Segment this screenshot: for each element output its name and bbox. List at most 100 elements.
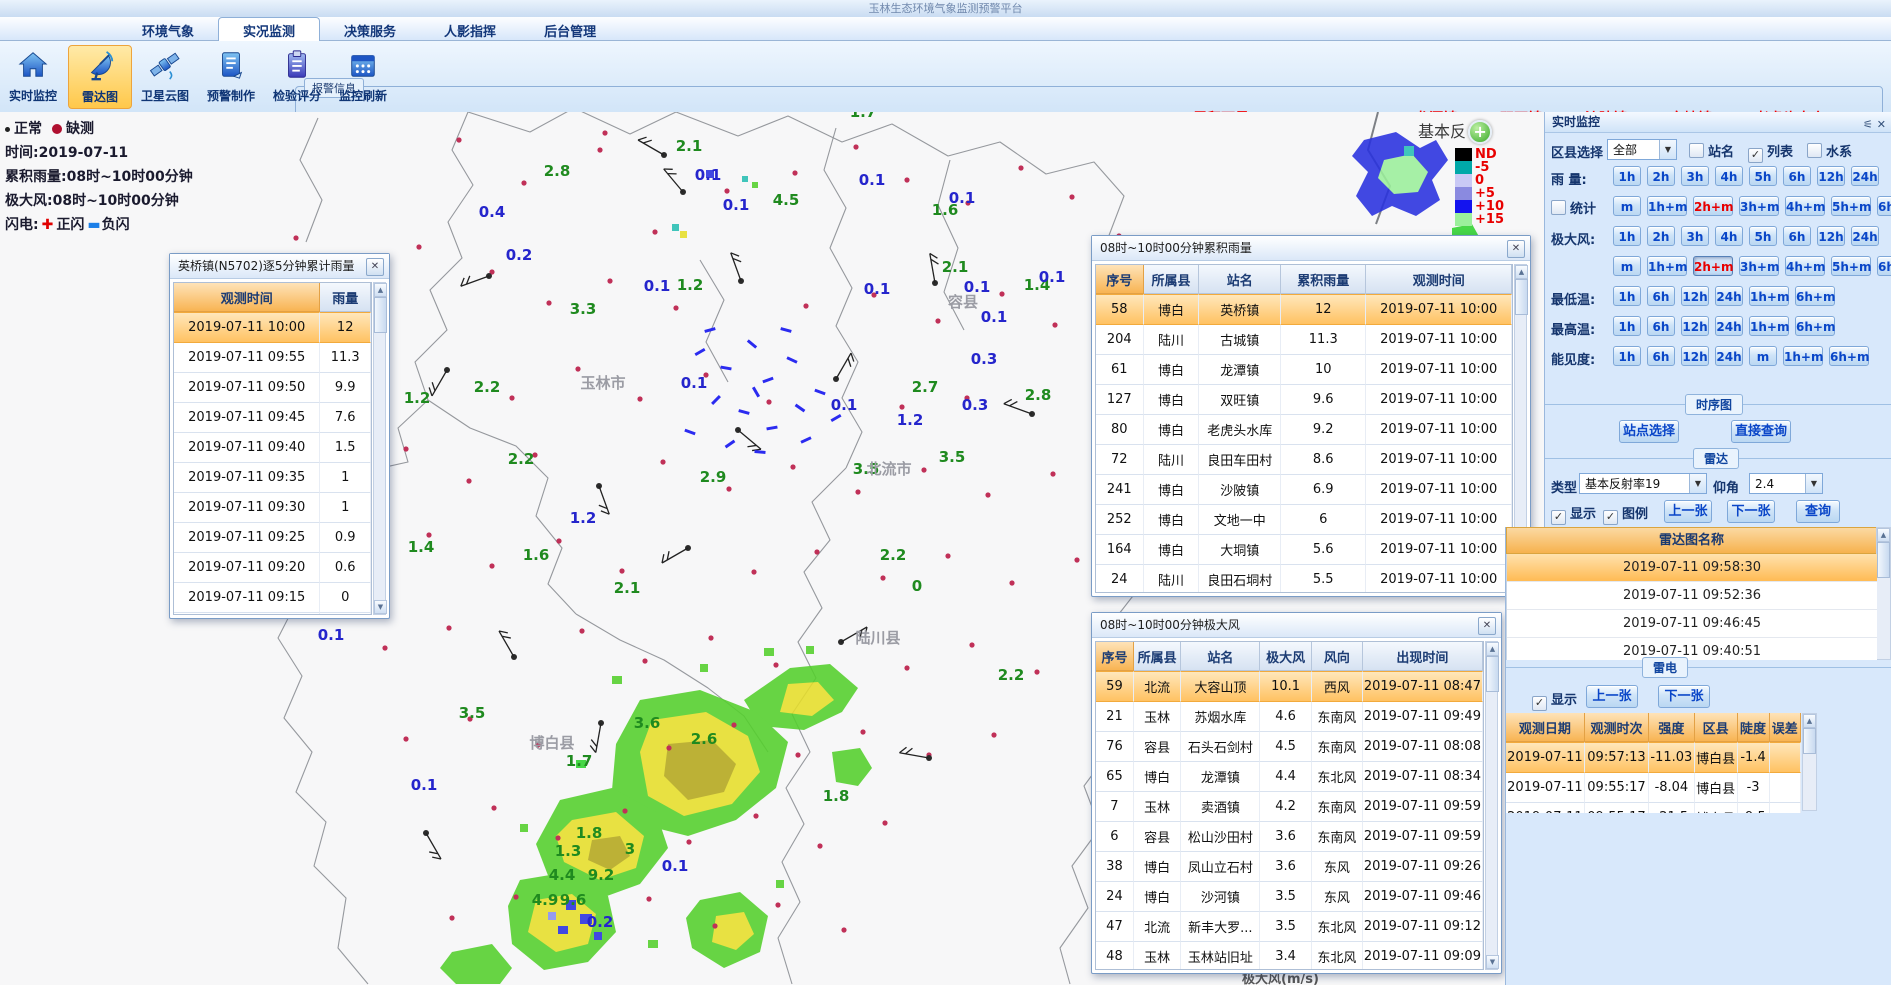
column-header[interactable]: 观测日期 (1506, 713, 1585, 742)
period-button-6h+m[interactable]: 6h+m (1829, 346, 1869, 366)
period-button-5h[interactable]: 5h (1749, 226, 1777, 246)
period-button-3h+m[interactable]: 3h+m (1739, 256, 1779, 276)
column-header[interactable]: 所属县 (1134, 642, 1181, 671)
table-row[interactable]: 59北流大容山顶10.1西风2019-07-11 08:47 (1096, 671, 1483, 702)
radar-show-checkbox[interactable]: ✓显示 (1551, 503, 1596, 525)
period-button-5h+m[interactable]: 5h+m (1831, 256, 1871, 276)
period-button-1h+m[interactable]: 1h+m (1749, 316, 1789, 336)
scrollbar[interactable]: ▲ (1876, 527, 1891, 660)
close-icon[interactable]: ✕ (1507, 240, 1525, 258)
period-button-5h[interactable]: 5h (1749, 166, 1777, 186)
period-button-24h[interactable]: 24h (1851, 166, 1879, 186)
period-button-m[interactable]: m (1613, 196, 1641, 216)
column-header[interactable]: 风向 (1312, 642, 1363, 671)
column-header[interactable]: 观测时次 (1585, 713, 1649, 742)
radar-prev-button[interactable]: 上一张 (1664, 500, 1712, 523)
column-header[interactable]: 强度 (1649, 713, 1695, 742)
period-button-12h[interactable]: 12h (1681, 346, 1709, 366)
table-row[interactable]: 21玉林苏烟水库4.6东南风2019-07-11 09:49 (1096, 702, 1483, 732)
period-button-3h[interactable]: 3h (1681, 166, 1709, 186)
period-button-1h+m[interactable]: 1h+m (1749, 286, 1789, 306)
period-button-6h[interactable]: 6h (1783, 226, 1811, 246)
collapse-icon[interactable]: ✕ (1877, 118, 1886, 131)
lightning-prev-button[interactable]: 上一张 (1586, 685, 1638, 708)
period-button-2h+m[interactable]: 2h+m (1693, 256, 1733, 276)
elevation-select[interactable]: 2.4▼ (1749, 473, 1823, 494)
table-row[interactable]: 72陆川良田车田村8.62019-07-11 10:00 (1096, 445, 1512, 475)
table-row[interactable]: 6容县松山沙田村3.6东南风2019-07-11 09:59 (1096, 822, 1483, 852)
radar-list-item[interactable]: 2019-07-11 09:58:30 (1507, 554, 1877, 582)
period-button-m[interactable]: m (1613, 256, 1641, 276)
column-header[interactable]: 区县 (1695, 713, 1738, 742)
station-select-button[interactable]: 站点选择 (1619, 420, 1679, 443)
period-button-24h[interactable]: 24h (1715, 346, 1743, 366)
checkbox-水系[interactable]: 水系 (1807, 141, 1852, 160)
radar-list-item[interactable]: 2019-07-11 09:40:51 (1507, 638, 1877, 660)
period-button-6h[interactable]: 6h (1647, 346, 1675, 366)
toolbar-item-雷达图[interactable]: 雷达图 (68, 45, 132, 109)
toolbar-item-监控刷新[interactable]: 监控刷新 (332, 45, 394, 107)
toolbar-item-预警制作[interactable]: 预警制作 (200, 45, 262, 107)
tab-环境气象[interactable]: 环境气象 (118, 18, 218, 43)
period-button-1h[interactable]: 1h (1613, 226, 1641, 246)
period-button-m[interactable]: m (1749, 346, 1777, 366)
toolbar-item-实时监控[interactable]: 实时监控 (2, 45, 64, 107)
toolbar-item-卫星云图[interactable]: 卫星云图 (134, 45, 196, 107)
radar-next-button[interactable]: 下一张 (1727, 500, 1775, 523)
radar-type-select[interactable]: 基本反射率19▼ (1579, 473, 1707, 494)
close-icon[interactable]: ✕ (366, 258, 384, 276)
period-button-6h[interactable]: 6h (1783, 166, 1811, 186)
column-header[interactable]: 出现时间 (1363, 642, 1483, 671)
direct-query-button[interactable]: 直接查询 (1731, 420, 1791, 443)
table-row[interactable]: 2019-07-11 09:150 (174, 583, 371, 613)
period-button-1h[interactable]: 1h (1613, 316, 1641, 336)
column-header[interactable]: 累积雨量 (1281, 265, 1366, 294)
period-button-2h[interactable]: 2h (1647, 226, 1675, 246)
add-layer-button[interactable]: + (1468, 120, 1492, 144)
scrollbar[interactable]: ▲▼ (1485, 641, 1498, 970)
period-button-6h+m[interactable]: 6h+m (1877, 256, 1891, 276)
period-button-24h[interactable]: 24h (1715, 316, 1743, 336)
popup-titlebar[interactable]: 08时~10时00分钟累积雨量 ✕ (1092, 236, 1530, 261)
toolbar-item-检验评分[interactable]: 检验评分 (266, 45, 328, 107)
table-row[interactable]: 2019-07-1109:55:17-8.04博白县-3 (1506, 773, 1801, 803)
table-row[interactable]: 204陆川古城镇11.32019-07-11 10:00 (1096, 325, 1512, 355)
period-button-6h+m[interactable]: 6h+m (1877, 196, 1891, 216)
lightning-show-checkbox[interactable]: ✓显示 (1532, 689, 1577, 711)
table-row[interactable]: 2019-07-11 09:301 (174, 493, 371, 523)
column-header[interactable]: 观测时间 (1366, 265, 1512, 294)
table-row[interactable]: 2019-07-11 10:0012 (174, 312, 371, 343)
checkbox-列表[interactable]: ✓列表 (1748, 141, 1793, 160)
period-button-6h[interactable]: 6h (1647, 286, 1675, 306)
period-button-6h+m[interactable]: 6h+m (1795, 316, 1835, 336)
column-header[interactable]: 所属县 (1144, 265, 1200, 294)
lightning-next-button[interactable]: 下一张 (1658, 685, 1710, 708)
period-button-4h[interactable]: 4h (1715, 226, 1743, 246)
scrollbar[interactable]: ▲ (1802, 713, 1817, 811)
column-header[interactable]: 极大风 (1260, 642, 1312, 671)
table-row[interactable]: 2019-07-11 09:200.6 (174, 553, 371, 583)
table-row[interactable]: 2019-07-11 09:457.6 (174, 403, 371, 433)
table-row[interactable]: 2019-07-11 09:351 (174, 463, 371, 493)
period-button-6h[interactable]: 6h (1647, 316, 1675, 336)
popup-titlebar[interactable]: 英桥镇(N5702)逐5分钟累计雨量 ✕ (170, 254, 389, 279)
period-button-5h+m[interactable]: 5h+m (1831, 196, 1871, 216)
column-header[interactable]: 误差 (1770, 713, 1802, 742)
period-button-2h[interactable]: 2h (1647, 166, 1675, 186)
table-row[interactable]: 47北流新丰大罗...3.5东北风2019-07-11 09:12 (1096, 912, 1483, 942)
period-button-4h+m[interactable]: 4h+m (1785, 196, 1825, 216)
close-icon[interactable]: ✕ (1478, 617, 1496, 635)
pin-icon[interactable]: ⚟ (1863, 118, 1873, 131)
table-row[interactable]: 241博白沙陂镇6.92019-07-11 10:00 (1096, 475, 1512, 505)
column-header[interactable]: 观测时间 (174, 283, 320, 312)
column-header[interactable]: 雨量 (320, 283, 371, 312)
period-button-4h+m[interactable]: 4h+m (1785, 256, 1825, 276)
column-header[interactable]: 陡度 (1738, 713, 1770, 742)
table-row[interactable]: 65博白龙潭镇4.4东北风2019-07-11 08:34 (1096, 762, 1483, 792)
tab-实况监测[interactable]: 实况监测 (218, 17, 320, 44)
tab-人影指挥[interactable]: 人影指挥 (420, 18, 520, 43)
popup-titlebar[interactable]: 08时~10时00分钟极大风 ✕ (1092, 613, 1501, 638)
period-button-12h[interactable]: 12h (1817, 166, 1845, 186)
table-row[interactable]: 38博白凤山立石村3.6东风2019-07-11 09:26 (1096, 852, 1483, 882)
table-row[interactable]: 24博白沙河镇3.5东风2019-07-11 09:46 (1096, 882, 1483, 912)
